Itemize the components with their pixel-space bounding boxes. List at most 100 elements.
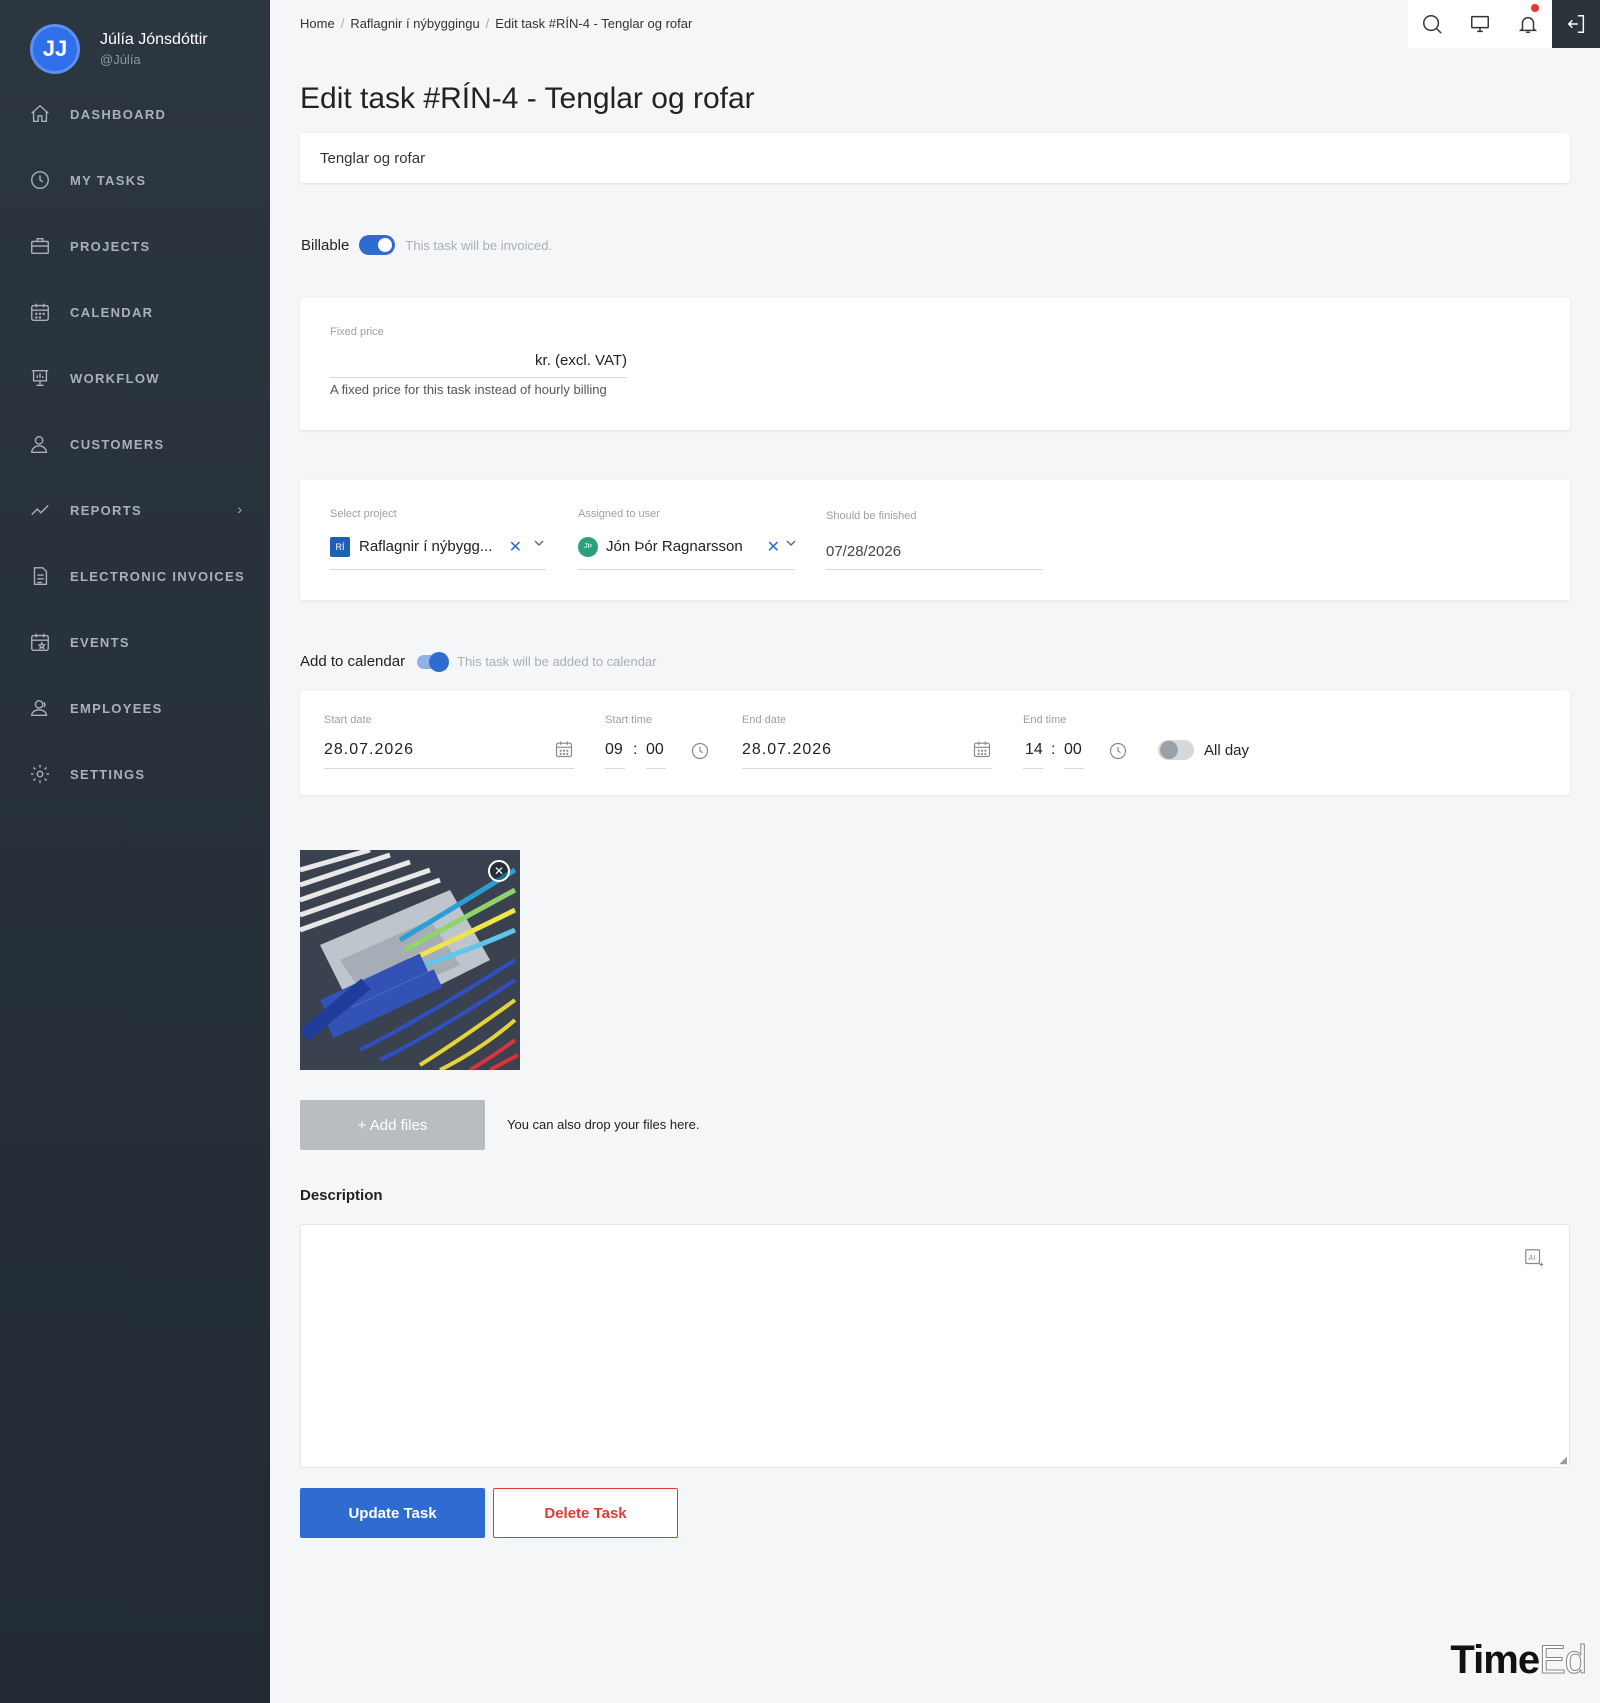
sidebar-item-projects[interactable]: PROJECTS (0, 213, 270, 279)
logout-button[interactable] (1552, 0, 1600, 48)
description-label: Description (300, 1187, 383, 1204)
user-name: Júlía Jónsdóttir (100, 31, 208, 48)
end-date-label: End date (742, 714, 787, 726)
screen-button[interactable] (1456, 0, 1504, 48)
sidebar-item-my-tasks[interactable]: MY TASKS (0, 147, 270, 213)
fixed-price-input[interactable]: kr. (excl. VAT) (330, 344, 627, 378)
clear-icon[interactable]: ✕ (767, 537, 780, 557)
sidebar-item-electronic-invoices[interactable]: ELECTRONIC INVOICES (0, 543, 270, 609)
sidebar-item-events[interactable]: EVENTS (0, 609, 270, 675)
user-handle: @Júlía (100, 52, 141, 67)
document-icon (28, 564, 52, 588)
calendar-icon[interactable] (554, 739, 574, 764)
home-icon (28, 102, 52, 126)
project-label: Select project (330, 508, 397, 520)
sidebar-item-label: EVENTS (70, 634, 130, 650)
sidebar-item-label: CALENDAR (70, 304, 154, 320)
remove-file-icon[interactable]: ✕ (488, 860, 510, 882)
clear-icon[interactable]: ✕ (509, 537, 522, 557)
breadcrumb-project[interactable]: Raflagnir í nýbyggingu (350, 16, 479, 31)
fixed-price-unit: kr. (excl. VAT) (535, 352, 627, 369)
fixed-price-help: A fixed price for this task instead of h… (330, 382, 607, 397)
calendar-star-icon (28, 630, 52, 654)
fixed-price-label: Fixed price (330, 326, 384, 338)
project-select[interactable]: RÍ Raflagnir í nýbygg... ✕ (330, 524, 546, 570)
end-minute-value: 00 (1064, 741, 1082, 758)
assignee-select[interactable]: JÞ Jón Þór Ragnarsson ✕ (578, 524, 798, 570)
time-separator: : (1051, 741, 1056, 758)
sidebar-item-label: ELECTRONIC INVOICES (70, 568, 245, 584)
end-date-input[interactable]: 28.07.2026 (742, 729, 992, 769)
search-icon (1423, 15, 1442, 34)
calendar-row: Add to calendar This task will be added … (300, 651, 657, 672)
sidebar-item-label: EMPLOYEES (70, 700, 163, 716)
chevron-down-icon[interactable] (532, 536, 546, 555)
chevron-down-icon[interactable] (784, 536, 798, 555)
delete-task-button[interactable]: Delete Task (493, 1488, 678, 1538)
network-cables-image (300, 850, 520, 1070)
schedule-card: Start date 28.07.2026 Start time 09 : 00… (300, 691, 1570, 795)
clock-icon[interactable] (1108, 741, 1128, 766)
page-title: Edit task #RÍN-4 - Tenglar og rofar (300, 82, 755, 115)
sidebar-item-customers[interactable]: CUSTOMERS (0, 411, 270, 477)
notifications-button[interactable] (1504, 0, 1552, 48)
avatar[interactable]: JJ (30, 24, 80, 74)
calendar-hint: This task will be added to calendar (457, 654, 657, 669)
sidebar-nav: DASHBOARD MY TASKS PROJECTS CALENDAR WOR… (0, 81, 270, 807)
sidebar-item-calendar[interactable]: CALENDAR (0, 279, 270, 345)
sidebar-item-reports[interactable]: REPORTS › (0, 477, 270, 543)
chevron-right-icon[interactable]: › (237, 501, 242, 517)
assignee-avatar: JÞ (578, 536, 598, 557)
gear-icon (28, 762, 52, 786)
all-day-toggle[interactable] (1158, 740, 1194, 760)
start-date-input[interactable]: 28.07.2026 (324, 729, 574, 769)
ai-image-icon[interactable]: AI (1523, 1247, 1545, 1274)
task-title-input[interactable] (300, 133, 1570, 183)
calendar-icon[interactable] (972, 739, 992, 764)
resize-handle-icon[interactable]: ◢ (1559, 1455, 1567, 1466)
due-date-input[interactable]: 07/28/2026 (826, 524, 1043, 570)
user-icon (28, 432, 52, 456)
start-hour-value: 09 (605, 741, 623, 758)
calendar-icon (28, 300, 52, 324)
chart-line-icon (28, 498, 52, 522)
clock-icon (28, 168, 52, 192)
end-hour-input[interactable]: 14 (1023, 729, 1043, 769)
users-icon (28, 696, 52, 720)
assignee-label: Assigned to user (578, 508, 660, 520)
user-profile[interactable]: JJ Júlía Jónsdóttir @Júlía (30, 24, 208, 74)
add-files-button[interactable]: + Add files (300, 1100, 485, 1150)
sidebar: JJ Júlía Jónsdóttir @Júlía DASHBOARD MY … (0, 0, 270, 1703)
attachment-thumbnail[interactable]: ✕ (300, 850, 520, 1070)
calendar-toggle[interactable] (417, 651, 450, 672)
billable-hint: This task will be invoiced. (405, 237, 553, 253)
sidebar-item-label: DASHBOARD (70, 106, 167, 122)
breadcrumb-home[interactable]: Home (300, 16, 335, 31)
sidebar-item-settings[interactable]: SETTINGS (0, 741, 270, 807)
search-button[interactable] (1408, 0, 1456, 48)
all-day-label: All day (1204, 741, 1250, 759)
breadcrumb-current: Edit task #RÍN-4 - Tenglar og rofar (495, 16, 693, 31)
description-textarea[interactable]: AI ◢ (300, 1224, 1570, 1468)
logout-icon (1567, 15, 1585, 33)
billable-toggle[interactable] (359, 235, 396, 255)
sidebar-item-dashboard[interactable]: DASHBOARD (0, 81, 270, 147)
billable-label: Billable (301, 236, 350, 254)
end-hour-value: 14 (1025, 741, 1043, 758)
start-date-label: Start date (324, 714, 372, 726)
breadcrumb: Home / Raflagnir í nýbyggingu / Edit task #R… (300, 16, 693, 31)
briefcase-icon (28, 234, 52, 258)
monitor-icon (1471, 15, 1489, 33)
start-hour-input[interactable]: 09 (605, 729, 625, 769)
sidebar-item-label: SETTINGS (70, 766, 146, 782)
update-task-button[interactable]: Update Task (300, 1488, 485, 1538)
assignee-value: Jón Þór Ragnarsson (606, 538, 743, 555)
time-separator: : (633, 741, 638, 758)
end-minute-input[interactable]: 00 (1064, 729, 1084, 769)
sidebar-item-workflow[interactable]: WORKFLOW (0, 345, 270, 411)
start-minute-input[interactable]: 00 (646, 729, 666, 769)
end-time-label: End time (1023, 714, 1067, 726)
presentation-icon (28, 366, 52, 390)
clock-icon[interactable] (690, 741, 710, 766)
sidebar-item-employees[interactable]: EMPLOYEES (0, 675, 270, 741)
